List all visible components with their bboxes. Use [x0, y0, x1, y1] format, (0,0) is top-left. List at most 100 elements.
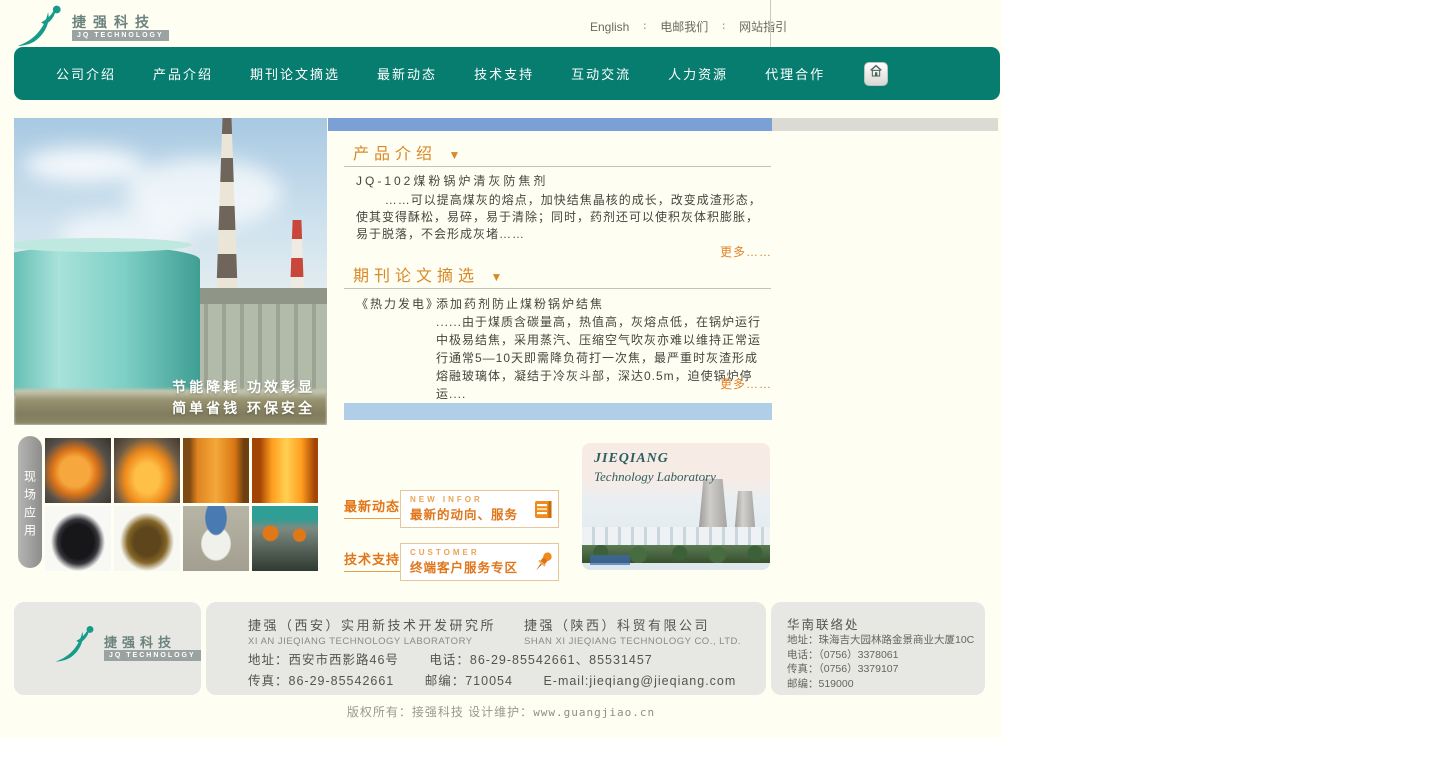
support-banner-title: 终端客户服务专区	[410, 557, 528, 576]
south-office-fax: 传真：（0756）3379107	[787, 662, 974, 677]
gallery-photo-dosing-machine[interactable]	[183, 506, 249, 571]
footer-fax: 传真：86-29-85542661	[248, 674, 394, 688]
link-email-us[interactable]: 电邮我们	[660, 18, 708, 35]
journal-section-title: 期刊论文摘选	[353, 268, 479, 285]
gallery-photo-molten-wall[interactable]	[252, 438, 318, 503]
footer-logo: 捷强科技 JQ TECHNOLOGY	[54, 624, 194, 674]
footer-company-names: 捷强（西安）实用新技术开发研究所 XI AN JIEQIANG TECHNOLO…	[248, 615, 741, 647]
gallery-grid	[45, 438, 318, 571]
footer-south-office-box: 华南联络处 地址：珠海吉大园林路金景商业大厦10C 电话：（0756）33780…	[771, 602, 985, 695]
link-separator: ∶	[722, 20, 725, 33]
hero-storage-tank	[14, 244, 200, 396]
support-label-link[interactable]: 技术支持	[344, 549, 400, 572]
product-section-title: 产品介绍	[353, 146, 437, 163]
utility-links: English ∶ 电邮我们 ∶ 网站指引	[590, 18, 787, 35]
company1-name-en: XI AN JIEQIANG TECHNOLOGY LABORATORY	[248, 636, 496, 647]
footer-logo-text-en: JQ TECHNOLOGY	[104, 650, 201, 661]
hero-slogan: 节能降耗 功效彰显 简单省钱 环保安全	[172, 377, 315, 419]
journal-more-link[interactable]: 更多……	[672, 375, 772, 392]
lab-card-title: JIEQIANG	[594, 451, 669, 467]
nav-item-news[interactable]: 最新动态	[377, 64, 437, 83]
company2-name-cn: 捷强（陕西）科贸有限公司	[524, 615, 741, 634]
footer-contact-line1: 地址：西安市西影路46号 电话：86-29-85542661、85531457	[248, 649, 679, 668]
gallery-photo-furnace-bowl[interactable]	[45, 438, 111, 503]
product-section-heading: 产品介绍 ▼	[344, 140, 771, 167]
footer-company-1: 捷强（西安）实用新技术开发研究所 XI AN JIEQIANG TECHNOLO…	[248, 615, 496, 647]
gallery-photo-slag-column[interactable]	[183, 438, 249, 503]
triangle-down-icon: ▼	[490, 270, 502, 284]
lab-photo-card: JIEQIANG Technology Laboratory	[582, 443, 770, 570]
copyright-url[interactable]: www.guangjiao.cn	[533, 706, 655, 719]
copyright-text: 版权所有：接强科技 设计维护：	[347, 705, 533, 719]
footer-company-2: 捷强（陕西）科贸有限公司 SHAN XI JIEQIANG TECHNOLOGY…	[524, 615, 741, 647]
hero-slogan-line1: 节能降耗 功效彰显	[172, 377, 315, 398]
support-banner[interactable]: CUSTOMER 终端客户服务专区	[400, 543, 559, 581]
home-button[interactable]	[864, 62, 888, 86]
gallery-photo-flame[interactable]	[114, 438, 180, 503]
footer-contact-line2: 传真：86-29-85542661 邮编：710054 E-mail:jieqi…	[248, 670, 762, 689]
footer-email: E-mail:jieqiang@jieqiang.com	[543, 674, 736, 688]
nav-item-agency[interactable]: 代理合作	[765, 64, 825, 83]
link-separator: ∶	[643, 20, 646, 33]
pushpin-icon	[528, 550, 558, 574]
gallery-photo-plant-interior[interactable]	[252, 506, 318, 571]
support-banner-tag: CUSTOMER	[410, 548, 528, 557]
site-application-gallery: 现场应用	[12, 430, 330, 576]
journal-section-heading: 期刊论文摘选 ▼	[344, 262, 771, 289]
footer-logo-box: 捷强科技 JQ TECHNOLOGY	[14, 602, 201, 695]
south-office-zip: 邮编：519000	[787, 677, 974, 692]
news-banner-tag: NEW INFOR	[410, 495, 528, 504]
middle-blue-bar	[344, 403, 772, 420]
home-icon	[868, 63, 884, 84]
hero-clouds	[24, 148, 144, 182]
journal-item-title[interactable]: 添加药剂防止煤粉锅炉结焦	[436, 295, 770, 313]
lab-card-subtitle: Technology Laboratory	[594, 469, 716, 485]
link-english[interactable]: English	[590, 20, 629, 34]
nav-item-support[interactable]: 技术支持	[474, 64, 534, 83]
gallery-photo-clinker-brown[interactable]	[114, 506, 180, 571]
site-logo[interactable]: 捷强科技 JQ TECHNOLOGY	[16, 4, 166, 46]
nav-item-exchange[interactable]: 互动交流	[571, 64, 631, 83]
company1-name-cn: 捷强（西安）实用新技术开发研究所	[248, 615, 496, 634]
triangle-down-icon: ▼	[448, 148, 460, 162]
nav-item-journal[interactable]: 期刊论文摘选	[250, 64, 340, 83]
header-divider	[770, 0, 771, 47]
top-header: 捷强科技 JQ TECHNOLOGY English ∶ 电邮我们 ∶ 网站指引	[0, 0, 1002, 47]
support-banner-text: CUSTOMER 终端客户服务专区	[410, 548, 528, 576]
logo-text-en: JQ TECHNOLOGY	[72, 30, 169, 41]
footer-phone: 电话：86-29-85542661、85531457	[429, 653, 652, 667]
nav-item-products[interactable]: 产品介绍	[153, 64, 213, 83]
footer-logo-text-cn: 捷强科技	[104, 632, 176, 651]
south-office-phone: 电话：（0756）3378061	[787, 648, 974, 663]
nav-item-company[interactable]: 公司介绍	[56, 64, 116, 83]
south-office-title: 华南联络处	[787, 614, 860, 633]
south-office-details: 地址：珠海吉大园林路金景商业大厦10C 电话：（0756）3378061 传真：…	[787, 633, 974, 691]
gallery-label: 现场应用	[18, 436, 42, 568]
footer-address: 地址：西安市西影路46号	[248, 653, 399, 667]
page: 捷强科技 JQ TECHNOLOGY English ∶ 电邮我们 ∶ 网站指引…	[0, 0, 1440, 773]
news-label-link[interactable]: 最新动态	[344, 496, 400, 519]
product-item-title[interactable]: JQ-102煤粉锅炉清灰防焦剂	[356, 173, 768, 190]
top-gray-bar	[772, 118, 998, 131]
journal-source: 《热力发电》	[356, 295, 436, 403]
hero-slogan-line2: 简单省钱 环保安全	[172, 398, 315, 419]
hero-image: 节能降耗 功效彰显 简单省钱 环保安全	[14, 118, 327, 425]
lab-blue-structure	[590, 555, 630, 565]
product-summary: JQ-102煤粉锅炉清灰防焦剂 ……可以提高煤灰的熔点，加快结焦晶核的成长，改变…	[356, 173, 768, 243]
news-banner-title: 最新的动向、服务	[410, 504, 528, 523]
footer-zip: 邮编：710054	[425, 674, 513, 688]
link-site-guide[interactable]: 网站指引	[739, 18, 787, 35]
top-blue-bar	[328, 118, 772, 131]
company2-name-en: SHAN XI JIEQIANG TECHNOLOGY CO., LTD.	[524, 636, 741, 647]
news-banner[interactable]: NEW INFOR 最新的动向、服务	[400, 490, 559, 528]
nav-item-hr[interactable]: 人力资源	[668, 64, 728, 83]
footer-info-box: 捷强（西安）实用新技术开发研究所 XI AN JIEQIANG TECHNOLO…	[206, 602, 766, 695]
copyright-line: 版权所有：接强科技 设计维护：www.guangjiao.cn	[0, 703, 1002, 720]
gallery-photo-clinker-black[interactable]	[45, 506, 111, 571]
logo-text-cn: 捷强科技	[72, 12, 156, 32]
main-nav: 公司介绍 产品介绍 期刊论文摘选 最新动态 技术支持 互动交流 人力资源 代理合…	[14, 47, 1000, 100]
news-banner-text: NEW INFOR 最新的动向、服务	[410, 495, 528, 523]
product-item-body: ……可以提高煤灰的熔点，加快结焦晶核的成长，改变成渣形态，使其变得酥松，易碎，易…	[356, 192, 768, 243]
product-more-link[interactable]: 更多……	[672, 243, 772, 260]
south-office-address: 地址：珠海吉大园林路金景商业大厦10C	[787, 633, 974, 648]
